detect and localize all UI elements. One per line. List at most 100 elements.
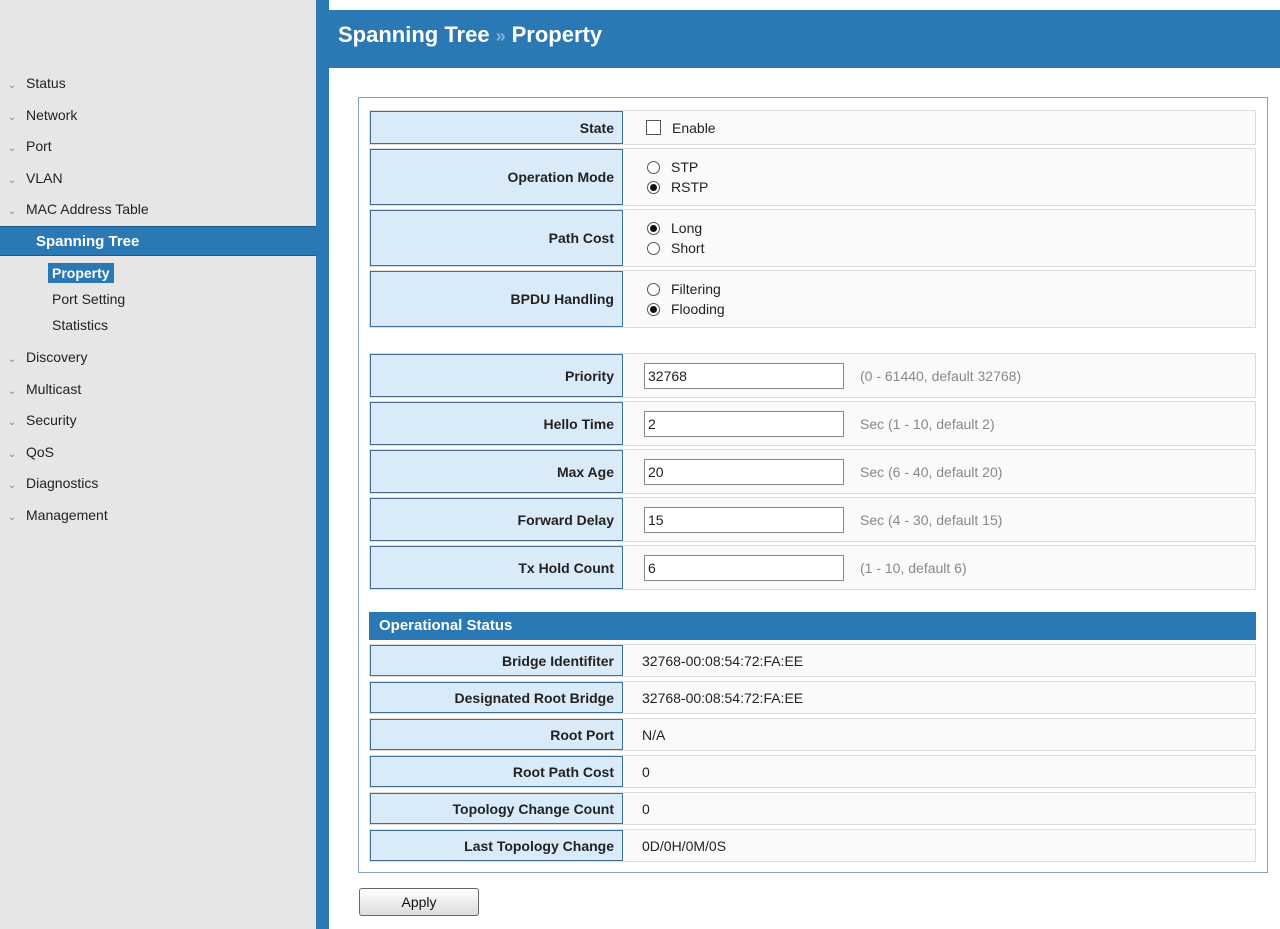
max-age-input[interactable] bbox=[644, 458, 844, 485]
operation-mode-rstp-radio[interactable] bbox=[647, 180, 660, 194]
chevron-down-icon: ⌄ bbox=[8, 112, 17, 123]
path-cost-long-label: Long bbox=[671, 220, 703, 236]
chevron-down-icon: ⌄ bbox=[8, 354, 17, 365]
sidebar-item-label: Discovery bbox=[26, 349, 88, 365]
sidebar-item-label: Port bbox=[26, 138, 52, 154]
bpdu-flooding-label: Flooding bbox=[671, 301, 725, 317]
sidebar-item-label: Status bbox=[26, 75, 66, 91]
chevron-down-icon: ⌄ bbox=[8, 143, 17, 154]
sidebar: ⌄ Status ⌄ Network ⌄ Port ⌄ VLAN ⌄ MAC Addres… bbox=[0, 0, 316, 929]
sidebar-item-diagnostics[interactable]: ⌄ Diagnostics bbox=[8, 472, 98, 494]
hello-time-input[interactable] bbox=[644, 410, 844, 437]
sidebar-subitem-property[interactable]: Property bbox=[48, 263, 114, 283]
hello-time-row: Hello Time Sec (1 - 10, default 2) bbox=[369, 401, 1256, 446]
root-port-row: Root Port N/A bbox=[369, 718, 1256, 751]
operation-mode-rstp-label: RSTP bbox=[671, 179, 709, 195]
chevron-down-icon: ⌄ bbox=[8, 80, 17, 91]
state-row: State Enable bbox=[369, 110, 1256, 145]
chevron-down-icon: ⌄ bbox=[8, 386, 17, 397]
bpdu-flooding-radio[interactable] bbox=[647, 302, 660, 316]
priority-input[interactable] bbox=[644, 362, 844, 389]
designated-root-bridge-label: Designated Root Bridge bbox=[370, 682, 623, 713]
sidebar-item-vlan[interactable]: ⌄ VLAN bbox=[8, 167, 63, 189]
sidebar-subitem-port-setting[interactable]: Port Setting bbox=[52, 289, 125, 309]
chevron-down-icon: ⌄ bbox=[8, 480, 17, 491]
operation-mode-label: Operation Mode bbox=[370, 149, 623, 205]
bridge-identifier-value: 32768-00:08:54:72:FA:EE bbox=[642, 652, 804, 669]
sidebar-item-qos[interactable]: ⌄ QoS bbox=[8, 441, 54, 463]
state-label: State bbox=[370, 111, 623, 144]
sidebar-item-label: Multicast bbox=[26, 381, 82, 397]
forward-delay-input[interactable] bbox=[644, 506, 844, 533]
sidebar-item-label: Diagnostics bbox=[26, 475, 99, 491]
path-cost-short-label: Short bbox=[671, 240, 705, 256]
path-cost-row: Path Cost Long Short bbox=[369, 209, 1256, 267]
chevron-down-icon: ⌄ bbox=[8, 206, 17, 217]
last-topology-change-value: 0D/0H/0M/0S bbox=[642, 837, 727, 854]
sidebar-item-port[interactable]: ⌄ Port bbox=[8, 135, 52, 157]
breadcrumb-separator-icon: » bbox=[495, 26, 506, 46]
sidebar-subitem-statistics[interactable]: Statistics bbox=[52, 315, 108, 335]
max-age-hint: Sec (6 - 40, default 20) bbox=[860, 463, 1003, 480]
breadcrumb: Spanning Tree» Property bbox=[338, 22, 602, 48]
sidebar-item-multicast[interactable]: ⌄ Multicast bbox=[8, 378, 81, 400]
forward-delay-label: Forward Delay bbox=[370, 498, 623, 541]
path-cost-short-radio[interactable] bbox=[647, 241, 660, 255]
hello-time-label: Hello Time bbox=[370, 402, 623, 445]
state-enable-label: Enable bbox=[672, 119, 716, 136]
priority-label: Priority bbox=[370, 354, 623, 397]
operation-mode-stp-radio[interactable] bbox=[647, 160, 660, 174]
hello-time-hint: Sec (1 - 10, default 2) bbox=[860, 415, 995, 432]
apply-button[interactable]: Apply bbox=[359, 888, 479, 916]
forward-delay-hint: Sec (4 - 30, default 15) bbox=[860, 511, 1003, 528]
page-title: Property bbox=[511, 22, 603, 47]
path-cost-long-radio[interactable] bbox=[647, 221, 660, 235]
breadcrumb-parent: Spanning Tree bbox=[338, 22, 490, 47]
path-cost-label: Path Cost bbox=[370, 210, 623, 266]
tx-hold-count-label: Tx Hold Count bbox=[370, 546, 623, 589]
topology-change-count-row: Topology Change Count 0 bbox=[369, 792, 1256, 825]
chevron-down-icon: ⌄ bbox=[8, 417, 17, 428]
bpdu-filtering-radio[interactable] bbox=[647, 282, 660, 296]
bridge-identifier-label: Bridge Identifiter bbox=[370, 645, 623, 676]
forward-delay-row: Forward Delay Sec (4 - 30, default 15) bbox=[369, 497, 1256, 542]
bpdu-handling-label: BPDU Handling bbox=[370, 271, 623, 327]
sidebar-item-status[interactable]: ⌄ Status bbox=[8, 72, 66, 94]
sidebar-item-management[interactable]: ⌄ Management bbox=[8, 504, 108, 526]
bridge-identifier-row: Bridge Identifiter 32768-00:08:54:72:FA:… bbox=[369, 644, 1256, 677]
sidebar-item-discovery[interactable]: ⌄ Discovery bbox=[8, 346, 87, 368]
sidebar-item-network[interactable]: ⌄ Network bbox=[8, 104, 77, 126]
sidebar-item-label: Security bbox=[26, 412, 77, 428]
topology-change-count-label: Topology Change Count bbox=[370, 793, 623, 824]
root-path-cost-value: 0 bbox=[642, 763, 650, 780]
sidebar-item-label: Network bbox=[26, 107, 78, 123]
priority-hint: (0 - 61440, default 32768) bbox=[860, 367, 1022, 384]
state-enable-checkbox[interactable] bbox=[646, 120, 661, 135]
tx-hold-count-input[interactable] bbox=[644, 554, 844, 581]
sidebar-item-label: VLAN bbox=[26, 170, 63, 186]
page-header: Spanning Tree» Property bbox=[316, 10, 1280, 68]
topology-change-count-value: 0 bbox=[642, 800, 650, 817]
chevron-down-icon: ⌄ bbox=[8, 512, 17, 523]
sidebar-item-security[interactable]: ⌄ Security bbox=[8, 409, 77, 431]
sidebar-edge bbox=[316, 0, 329, 929]
root-path-cost-label: Root Path Cost bbox=[370, 756, 623, 787]
last-topology-change-row: Last Topology Change 0D/0H/0M/0S bbox=[369, 829, 1256, 862]
operation-mode-row: Operation Mode STP RSTP bbox=[369, 148, 1256, 206]
chevron-down-icon: ⌄ bbox=[8, 175, 17, 186]
sidebar-item-mac-address-table[interactable]: ⌄ MAC Address Table bbox=[8, 198, 149, 220]
operational-status-header: Operational Status bbox=[369, 612, 1256, 640]
sidebar-item-label: Management bbox=[26, 507, 108, 523]
last-topology-change-label: Last Topology Change bbox=[370, 830, 623, 861]
sidebar-item-spanning-tree[interactable]: Spanning Tree bbox=[0, 226, 316, 256]
root-port-value: N/A bbox=[642, 726, 666, 743]
tx-hold-count-hint: (1 - 10, default 6) bbox=[860, 559, 967, 576]
sidebar-item-label: MAC Address Table bbox=[26, 201, 149, 217]
designated-root-bridge-row: Designated Root Bridge 32768-00:08:54:72… bbox=[369, 681, 1256, 714]
max-age-row: Max Age Sec (6 - 40, default 20) bbox=[369, 449, 1256, 494]
bpdu-filtering-label: Filtering bbox=[671, 281, 721, 297]
sidebar-item-label: QoS bbox=[26, 444, 55, 460]
designated-root-bridge-value: 32768-00:08:54:72:FA:EE bbox=[642, 689, 804, 706]
operation-mode-stp-label: STP bbox=[671, 159, 699, 175]
bpdu-handling-row: BPDU Handling Filtering Flooding bbox=[369, 270, 1256, 328]
